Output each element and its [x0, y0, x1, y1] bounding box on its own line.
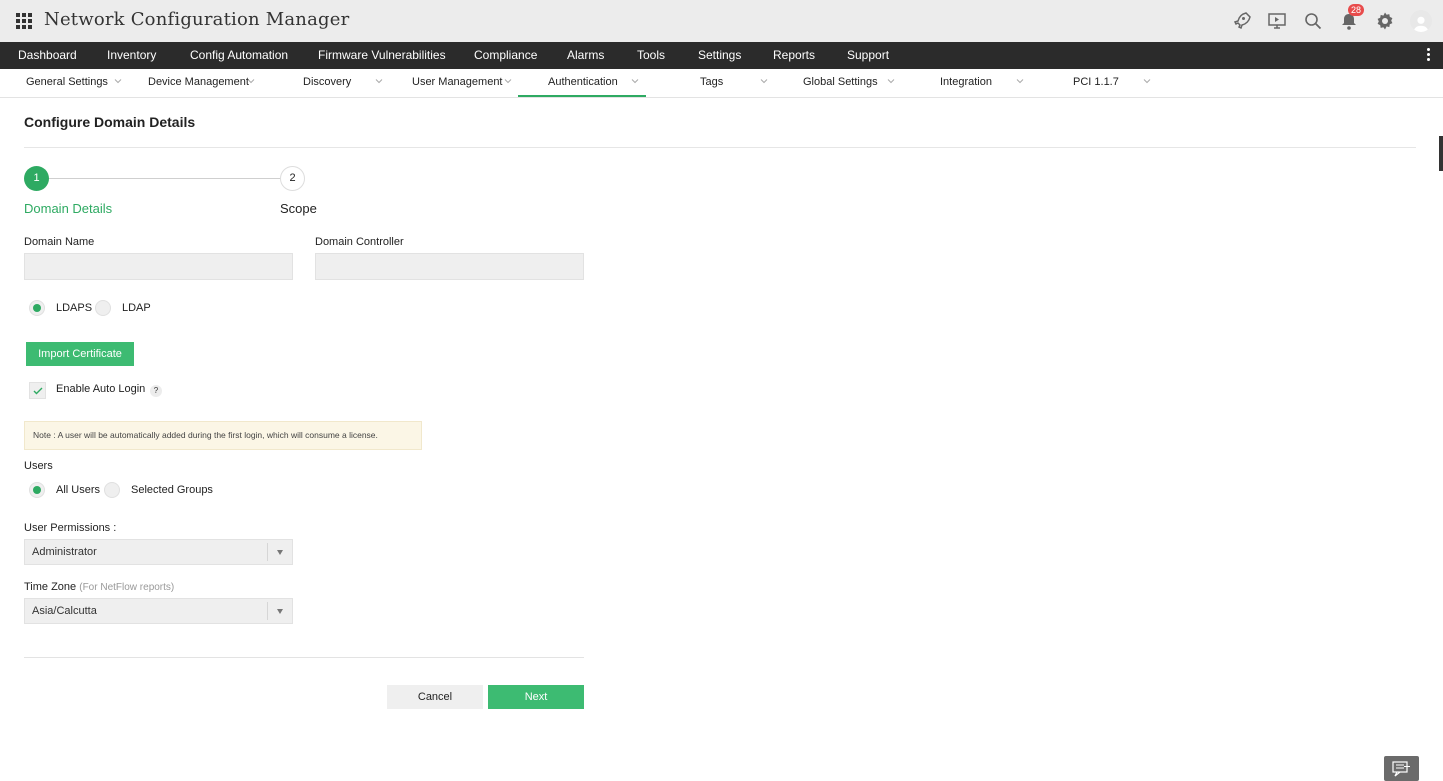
chevron-down-icon[interactable] [760, 77, 768, 85]
subnav-pci[interactable]: PCI 1.1.7 [1073, 69, 1119, 97]
active-tab-indicator [518, 95, 646, 97]
top-bar: Network Configuration Manager 28 [0, 0, 1443, 42]
help-icon[interactable]: ? [150, 385, 162, 397]
presentation-icon[interactable] [1265, 9, 1289, 33]
timezone-label: Time Zone (For NetFlow reports) [24, 581, 174, 593]
chevron-down-icon[interactable] [247, 77, 255, 85]
ldap-radio[interactable] [95, 300, 111, 316]
subnav-device-management[interactable]: Device Management [148, 69, 249, 97]
subnav-tags[interactable]: Tags [700, 69, 723, 97]
nav-support[interactable]: Support [847, 42, 889, 69]
chevron-down-icon[interactable] [1016, 77, 1024, 85]
domain-controller-input[interactable] [315, 253, 584, 280]
subnav-discovery[interactable]: Discovery [303, 69, 351, 97]
divider [24, 657, 584, 658]
nav-compliance[interactable]: Compliance [474, 42, 537, 69]
users-label: Users [24, 460, 53, 472]
main-nav: Dashboard Inventory Config Automation Fi… [0, 42, 1443, 69]
permissions-select[interactable]: Administrator [24, 539, 293, 565]
chevron-down-icon[interactable] [375, 77, 383, 85]
ldaps-radio[interactable] [29, 300, 45, 316]
selected-groups-radio[interactable] [104, 482, 120, 498]
auto-login-label: Enable Auto Login [56, 383, 146, 395]
subnav-authentication[interactable]: Authentication [548, 69, 618, 97]
divider [24, 147, 1416, 148]
nav-firmware-vulnerabilities[interactable]: Firmware Vulnerabilities [318, 42, 446, 69]
subnav-user-management[interactable]: User Management [412, 69, 503, 97]
nav-reports[interactable]: Reports [773, 42, 815, 69]
subnav-global-settings[interactable]: Global Settings [803, 69, 878, 97]
next-button[interactable]: Next [488, 685, 584, 709]
permissions-label: User Permissions : [24, 522, 117, 534]
chevron-down-icon[interactable] [504, 77, 512, 85]
all-users-label: All Users [56, 484, 101, 496]
step-1-label: Domain Details [24, 201, 113, 216]
auto-login-checkbox[interactable] [29, 382, 46, 399]
subnav-general-settings[interactable]: General Settings [26, 69, 108, 97]
timezone-label-text: Time Zone [24, 581, 77, 593]
step-2-label: Scope [280, 201, 317, 216]
scrollbar-thumb[interactable] [1439, 136, 1443, 171]
nav-tools[interactable]: Tools [637, 42, 665, 69]
import-certificate-button[interactable]: Import Certificate [26, 342, 134, 366]
cancel-button[interactable]: Cancel [387, 685, 483, 709]
app-grid-icon[interactable] [16, 13, 32, 29]
gear-icon[interactable] [1373, 9, 1397, 33]
selected-groups-label: Selected Groups [131, 484, 213, 496]
nav-inventory[interactable]: Inventory [107, 42, 156, 69]
nav-alarms[interactable]: Alarms [567, 42, 604, 69]
timezone-select[interactable]: Asia/Calcutta [24, 598, 293, 624]
chevron-down-icon[interactable] [631, 77, 639, 85]
sub-nav: General Settings Device Management Disco… [0, 69, 1443, 98]
domain-name-label: Domain Name [24, 236, 95, 248]
timezone-hint: (For NetFlow reports) [79, 582, 175, 593]
more-options-icon[interactable] [1427, 48, 1431, 63]
dropdown-arrow-icon [277, 550, 283, 555]
nav-settings[interactable]: Settings [698, 42, 741, 69]
step-2-circle[interactable]: 2 [280, 166, 305, 191]
stepper-line [48, 178, 280, 179]
domain-name-input[interactable] [24, 253, 293, 280]
rocket-icon[interactable] [1229, 9, 1253, 33]
subnav-integration[interactable]: Integration [940, 69, 992, 97]
license-note: Note : A user will be automatically adde… [24, 421, 422, 450]
ldap-label: LDAP [122, 302, 151, 314]
nav-config-automation[interactable]: Config Automation [190, 42, 288, 69]
notification-badge: 28 [1347, 4, 1364, 16]
dropdown-arrow-icon [277, 609, 283, 614]
ldaps-label: LDAPS [56, 302, 93, 314]
chevron-down-icon[interactable] [887, 77, 895, 85]
user-avatar-icon[interactable] [1409, 9, 1433, 33]
all-users-radio[interactable] [29, 482, 45, 498]
checkmark-icon [33, 387, 43, 395]
chevron-down-icon[interactable] [1143, 77, 1151, 85]
search-icon[interactable] [1301, 9, 1325, 33]
page-title: Configure Domain Details [24, 114, 196, 130]
app-title: Network Configuration Manager [44, 9, 350, 30]
header-icons: 28 [1229, 0, 1433, 42]
chevron-down-icon[interactable] [114, 77, 122, 85]
chat-icon[interactable] [1384, 756, 1419, 781]
nav-dashboard[interactable]: Dashboard [18, 42, 77, 69]
timezone-value: Asia/Calcutta [32, 605, 97, 617]
domain-controller-label: Domain Controller [315, 236, 404, 248]
step-1-circle[interactable]: 1 [24, 166, 49, 191]
permissions-value: Administrator [32, 546, 97, 558]
notification-bell-icon[interactable]: 28 [1337, 4, 1364, 33]
